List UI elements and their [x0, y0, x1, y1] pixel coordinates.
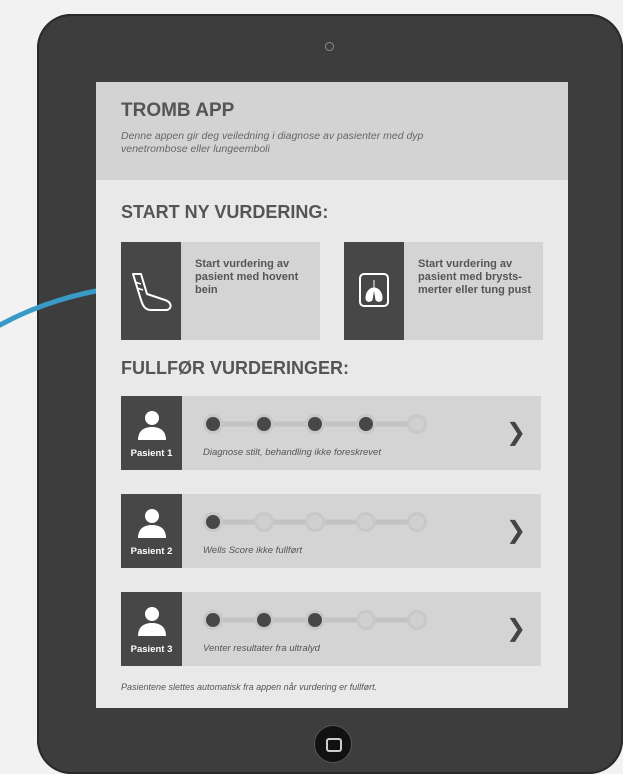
lungs-icon	[359, 273, 389, 307]
chevron-right-icon[interactable]: ❯	[506, 418, 526, 447]
chevron-right-icon[interactable]: ❯	[506, 516, 526, 545]
patient-avatar-box: Pasient 2	[121, 494, 182, 568]
start-card-label: Start vurdering av pasient med brysts-me…	[418, 258, 532, 296]
complete-section-title: FULLFØR VURDERINGER:	[121, 358, 349, 378]
progress-step-pending	[410, 515, 424, 529]
start-assessment-leg-button[interactable]: Start vurdering av pasient med hovent be…	[121, 242, 320, 340]
home-button[interactable]	[314, 725, 352, 763]
patient-avatar-box: Pasient 3	[121, 592, 182, 666]
app-title: TROMB APP	[121, 100, 235, 121]
app-description: Denne appen gir deg veiledning i diagnos…	[121, 130, 424, 155]
progress-stepper	[203, 610, 427, 630]
progress-stepper	[203, 414, 427, 434]
person-icon	[138, 411, 166, 440]
start-section-title: START NY VURDERING:	[121, 202, 329, 222]
progress-step-pending	[359, 613, 373, 627]
app-screen: TROMB APP Denne appen gir deg veiledning…	[96, 82, 568, 708]
progress-step-done	[308, 417, 322, 431]
leg-icon	[132, 273, 172, 311]
patient-avatar-box: Pasient 1	[121, 396, 182, 470]
progress-step-pending	[359, 515, 373, 529]
progress-step-done	[206, 515, 220, 529]
progress-step-done	[359, 417, 373, 431]
patient-name: Pasient 2	[130, 546, 173, 557]
person-icon	[138, 509, 166, 538]
patient-status: Wells Score ikke fullført	[203, 545, 303, 556]
patient-row[interactable]: Pasient 3 Venter resultater fra ultralyd ❯	[121, 592, 541, 666]
progress-stepper	[203, 512, 427, 532]
progress-step-done	[308, 613, 322, 627]
patient-name: Pasient 3	[130, 644, 173, 655]
progress-step-pending	[257, 515, 271, 529]
progress-step-pending	[410, 417, 424, 431]
camera-dot	[325, 42, 334, 51]
progress-step-done	[257, 417, 271, 431]
app-header: TROMB APP Denne appen gir deg veiledning…	[96, 82, 568, 180]
start-card-label: Start vurdering av pasient med hovent be…	[195, 258, 299, 296]
progress-step-done	[206, 613, 220, 627]
patient-row[interactable]: Pasient 1 Diagnose stilt, behandling ikke…	[121, 396, 541, 470]
start-assessment-chest-button[interactable]: Start vurdering av pasient med brysts-me…	[344, 242, 543, 340]
progress-step-pending	[410, 613, 424, 627]
patient-status: Venter resultater fra ultralyd	[203, 643, 320, 654]
patient-row[interactable]: Pasient 2 Wells Score ikke fullført ❯	[121, 494, 541, 568]
progress-step-done	[206, 417, 220, 431]
person-icon	[138, 607, 166, 636]
progress-step-pending	[308, 515, 322, 529]
chevron-right-icon[interactable]: ❯	[506, 614, 526, 643]
patient-status: Diagnose stilt, behandling ikke foreskre…	[203, 447, 381, 458]
footnote: Pasientene slettes automatisk fra appen …	[121, 682, 378, 692]
progress-step-done	[257, 613, 271, 627]
patient-name: Pasient 1	[130, 448, 173, 459]
